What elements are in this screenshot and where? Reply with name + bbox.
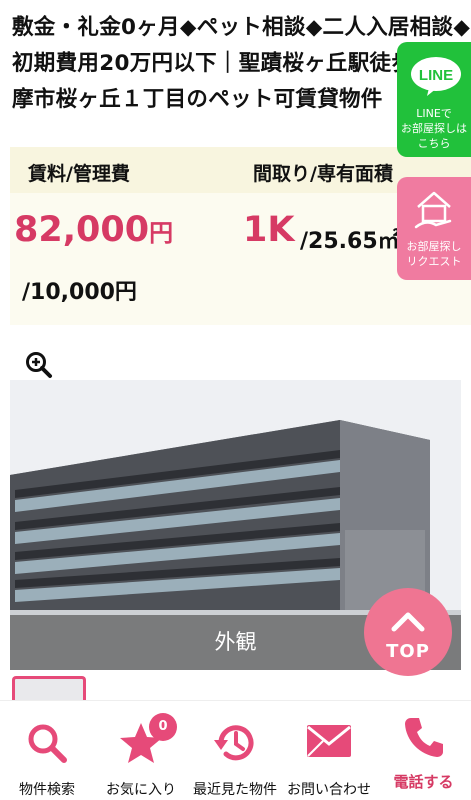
rent-value: 82,000円: [14, 210, 173, 250]
line-consult-text: LINEで お部屋探しは こちら: [401, 107, 467, 150]
house-hand-icon: [414, 191, 452, 229]
nav-search-label: 物件検索: [19, 782, 75, 798]
history-icon: [214, 725, 254, 761]
area-value: /25.65㎡: [300, 229, 400, 254]
room-request-text: お部屋探し リクエスト: [406, 240, 462, 268]
nav-history[interactable]: 最近見た物件: [188, 701, 282, 800]
layout-label: 間取り/専有面積: [253, 163, 393, 185]
zoom-icon[interactable]: [24, 350, 54, 380]
nav-phone-label: 電話する: [393, 773, 454, 791]
phone-icon: [404, 718, 443, 757]
rent-amount: 82,000: [14, 210, 150, 250]
nav-favorites-label: お気に入り: [106, 782, 176, 798]
chevron-up-icon: [391, 612, 425, 632]
room-request-button[interactable]: お部屋探し リクエスト: [397, 177, 471, 280]
nav-contact-label: お問い合わせ: [287, 782, 371, 798]
nav-phone[interactable]: 電話する: [376, 701, 471, 800]
rent-label: 賃料/管理費: [28, 163, 130, 185]
nav-history-label: 最近見た物件: [193, 782, 277, 798]
nav-contact[interactable]: お問い合わせ: [282, 701, 376, 800]
bottom-navigation: 物件検索 0 お気に入り 最近見た物件 お問い合わせ 電話する: [0, 700, 471, 800]
top-label: TOP: [386, 641, 430, 662]
line-logo-text: LINE: [419, 67, 453, 84]
back-to-top-button[interactable]: TOP: [364, 588, 452, 676]
favorites-count-badge: 0: [149, 713, 177, 741]
management-fee: /10,000円: [22, 280, 137, 305]
nav-search[interactable]: 物件検索: [0, 701, 94, 800]
rent-unit: 円: [149, 219, 174, 247]
search-icon: [28, 724, 67, 763]
envelope-icon: [307, 725, 351, 757]
line-consult-button[interactable]: LINE LINEで お部屋探しは こちら: [397, 42, 471, 157]
line-logo-icon: LINE: [411, 57, 461, 96]
nav-favorites[interactable]: 0 お気に入り: [94, 701, 188, 800]
layout-value: 1K: [243, 210, 295, 250]
